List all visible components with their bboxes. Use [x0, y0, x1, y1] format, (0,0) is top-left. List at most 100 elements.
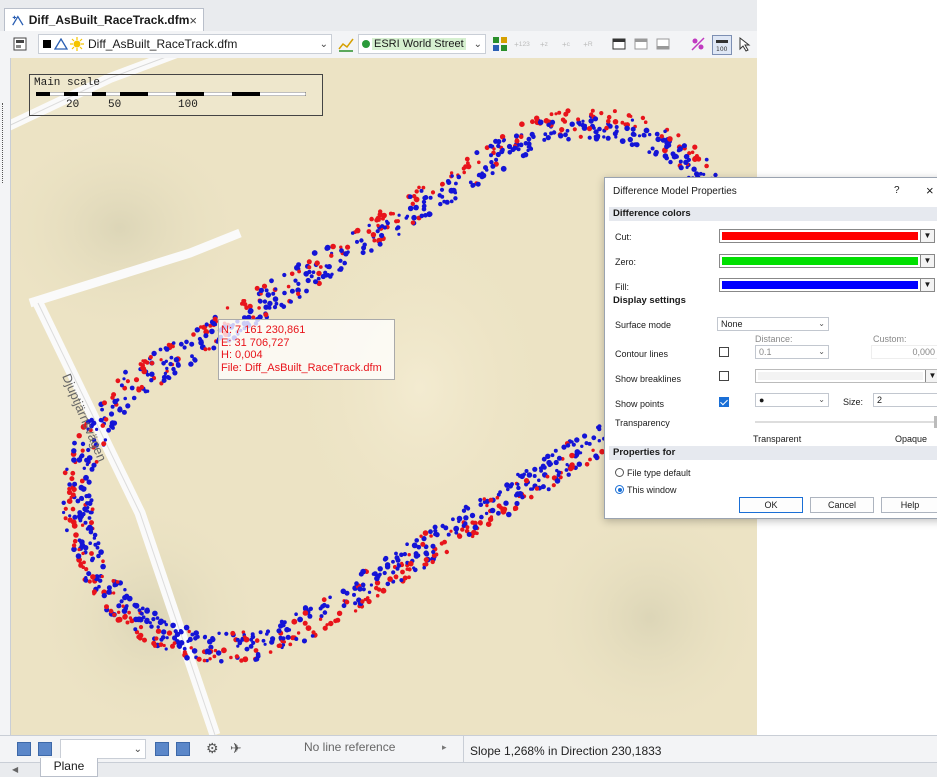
show-points-checkbox[interactable]: [719, 397, 729, 407]
difference-point: [279, 302, 284, 308]
surface-mode-select[interactable]: None ⌄: [717, 317, 829, 331]
difference-point: [385, 581, 391, 587]
previous-station-button[interactable]: [38, 742, 52, 756]
point-symbol-select[interactable]: ● ⌄: [755, 393, 829, 407]
plane-icon[interactable]: ✈: [230, 740, 242, 757]
difference-point: [519, 121, 525, 127]
radio-this-window[interactable]: [615, 485, 624, 494]
difference-point: [155, 628, 162, 634]
distance-select[interactable]: 0.1 ⌄: [755, 345, 829, 359]
difference-point: [158, 618, 164, 624]
difference-point: [117, 407, 123, 413]
ok-button[interactable]: OK: [739, 497, 803, 513]
difference-point: [683, 159, 689, 165]
difference-point: [492, 147, 496, 151]
difference-point: [75, 553, 82, 559]
layer-combo[interactable]: Diff_AsBuilt_RaceTrack.dfm ⌄: [38, 34, 332, 54]
difference-point: [549, 112, 554, 117]
close-icon[interactable]: ×: [189, 13, 197, 28]
difference-point: [591, 448, 595, 452]
window-icon[interactable]: [611, 35, 627, 53]
transparency-slider[interactable]: [755, 416, 937, 428]
difference-point: [101, 559, 105, 563]
difference-point: [318, 265, 323, 269]
cancel-button[interactable]: Cancel: [810, 497, 874, 513]
difference-point: [630, 118, 635, 122]
scale-100-icon[interactable]: 100: [712, 35, 732, 55]
difference-point: [235, 637, 240, 642]
radio-file-type-default[interactable]: [615, 468, 624, 477]
window-icon[interactable]: [633, 35, 649, 53]
tab-plane[interactable]: Plane: [40, 758, 98, 777]
first-station-button[interactable]: [17, 742, 31, 756]
difference-point: [247, 308, 253, 315]
difference-point: [175, 362, 181, 367]
difference-point: [178, 629, 183, 633]
difference-point: [151, 617, 156, 622]
difference-point: [122, 377, 126, 381]
difference-point: [90, 507, 95, 512]
transparency-label: Transparency: [615, 418, 670, 428]
cut-color-picker[interactable]: ▼: [719, 229, 935, 243]
window-icon[interactable]: [655, 35, 671, 53]
difference-point: [490, 171, 495, 176]
difference-point: [110, 425, 115, 430]
difference-point: [257, 298, 263, 304]
close-icon[interactable]: ×: [926, 183, 934, 198]
chart-icon[interactable]: [338, 35, 354, 53]
lasso-icon[interactable]: [690, 35, 706, 53]
difference-point: [514, 138, 519, 143]
scroll-left-icon[interactable]: ◀: [12, 765, 18, 774]
difference-point: [612, 119, 619, 125]
difference-point: [81, 551, 85, 556]
station-combo[interactable]: ⌄: [60, 739, 146, 759]
tag-c-icon[interactable]: + c: [558, 35, 574, 53]
tag-z-icon[interactable]: + z: [536, 35, 552, 53]
difference-point: [225, 306, 230, 310]
difference-point: [70, 506, 76, 512]
difference-point: [98, 417, 104, 423]
transparent-label: Transparent: [753, 434, 802, 444]
last-station-button[interactable]: [176, 742, 190, 756]
difference-point: [88, 541, 92, 545]
next-station-button[interactable]: [155, 742, 169, 756]
background-map-combo[interactable]: ESRI World Street ⌄: [358, 34, 486, 54]
help-button[interactable]: Help: [881, 497, 937, 513]
fill-color-picker[interactable]: ▼: [719, 278, 935, 292]
document-tab[interactable]: Diff_AsBuilt_RaceTrack.dfm ×: [4, 8, 204, 31]
difference-point: [479, 514, 484, 520]
difference-point: [400, 569, 405, 575]
tag-r-icon[interactable]: + R: [580, 35, 596, 53]
difference-point: [566, 472, 571, 477]
properties-icon[interactable]: [12, 35, 28, 53]
point-size-input[interactable]: 2: [873, 393, 937, 407]
difference-point: [629, 142, 635, 148]
contour-lines-checkbox[interactable]: [719, 347, 729, 357]
arrow-right-icon[interactable]: ▸: [442, 742, 447, 753]
difference-point: [496, 139, 502, 145]
difference-point: [96, 553, 101, 559]
show-breaklines-checkbox[interactable]: [719, 371, 729, 381]
zero-color-picker[interactable]: ▼: [719, 254, 935, 268]
surface-mode-label: Surface mode: [615, 320, 672, 330]
difference-point: [589, 112, 594, 117]
help-icon[interactable]: ?: [894, 185, 900, 196]
vertical-ruler: [0, 58, 11, 735]
difference-point: [488, 497, 494, 503]
difference-point: [407, 205, 414, 212]
cursor-icon[interactable]: [736, 35, 752, 53]
difference-point: [627, 136, 633, 143]
difference-point: [339, 248, 344, 254]
difference-point: [396, 219, 400, 224]
breakline-color-picker[interactable]: ▼: [755, 369, 937, 383]
settings-icon[interactable]: ⚙: [206, 740, 219, 757]
grid-icon[interactable]: [492, 35, 508, 53]
difference-point: [374, 575, 380, 582]
difference-point: [242, 656, 249, 663]
difference-point: [208, 657, 212, 661]
custom-distance-input[interactable]: 0,000: [871, 345, 937, 359]
tag-123-icon[interactable]: +123: [514, 35, 530, 53]
difference-point: [125, 620, 130, 625]
difference-point: [155, 616, 160, 620]
difference-point: [63, 516, 68, 521]
